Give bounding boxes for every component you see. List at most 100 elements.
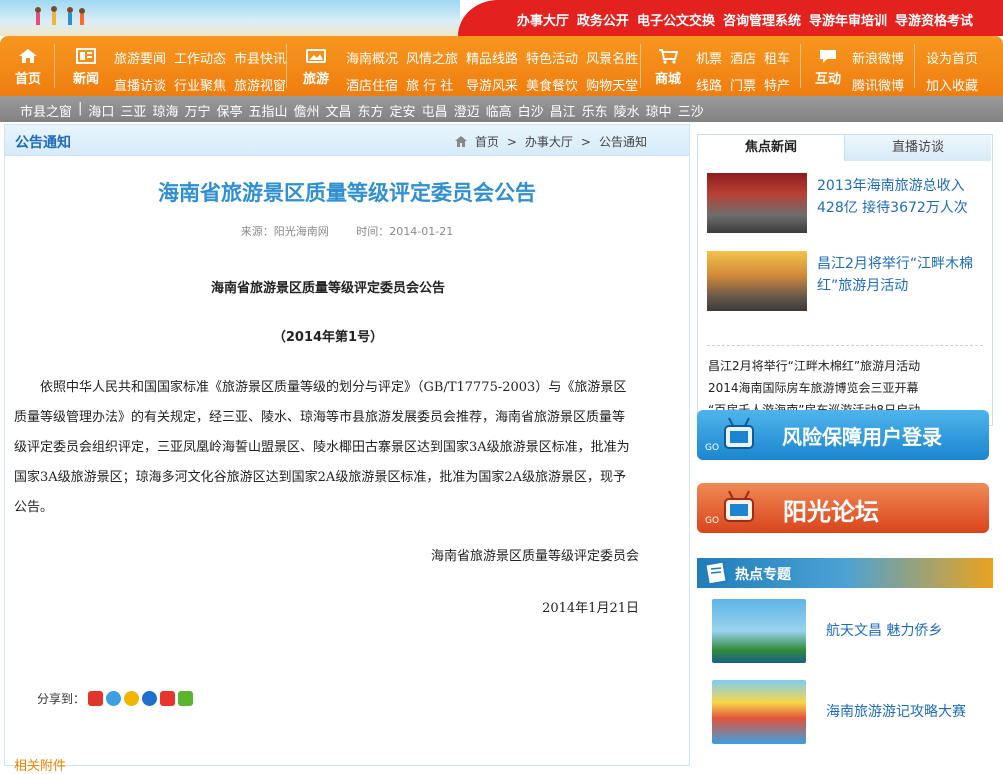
nav-news-links: 旅游要闻 工作动态 市县快讯 直播访谈 行业聚焦 旅游视窗	[114, 48, 286, 94]
nav-divider	[54, 44, 55, 88]
city-link[interactable]: 万宁	[184, 101, 210, 120]
nav-mall-links: 机票 酒店 租车 线路 门票 特产	[696, 48, 790, 94]
city-bar-separator: |	[78, 101, 83, 116]
nav-link-food[interactable]: 美食餐饮	[526, 75, 578, 94]
forum-text: 阳光论坛	[783, 498, 879, 526]
featured-news-link[interactable]: 昌江2月将举行“江畔木棉红”旅游月活动	[817, 253, 987, 297]
breadcrumb-separator: >	[506, 134, 517, 149]
city-bar: 市县之窗 | 海口 三亚 琼海 万宁 保亭 五指山 儋州 文昌 东方 定安 屯昌…	[0, 96, 1003, 122]
breadcrumb-office-hall[interactable]: 办事大厅	[525, 133, 573, 150]
share-bar: 分享到：	[37, 690, 194, 707]
city-link[interactable]: 陵水	[614, 101, 640, 120]
news-icon	[76, 48, 96, 64]
tab-focus-news[interactable]: 焦点新闻	[698, 135, 845, 161]
nav-link-special-events[interactable]: 特色活动	[526, 48, 578, 67]
nav-link-travel-news[interactable]: 旅游要闻	[114, 48, 166, 67]
nav-home[interactable]: 首页	[6, 36, 50, 96]
nav-link-county-news[interactable]: 市县快讯	[234, 48, 286, 67]
more-share-icon[interactable]	[178, 691, 194, 706]
topnav-consult[interactable]: 咨询管理系统	[723, 10, 801, 29]
news-tabs: 焦点新闻 直播访谈	[697, 134, 993, 161]
nav-link-flights[interactable]: 机票	[696, 48, 722, 67]
nav-divider	[914, 44, 915, 88]
city-link[interactable]: 白沙	[518, 101, 544, 120]
article-meta: 来源：阳光海南网 时间：2014-01-21	[5, 223, 689, 239]
risk-login-text: 风险保障用户登录	[782, 425, 942, 449]
hot-topics-header: 热点专题	[697, 558, 993, 588]
breadcrumb-home[interactable]: 首页	[475, 133, 499, 150]
nav-link-work-updates[interactable]: 工作动态	[174, 48, 226, 67]
topnav-office-hall[interactable]: 办事大厅	[517, 10, 569, 29]
renren-share-icon[interactable]	[142, 691, 158, 706]
city-link[interactable]: 定安	[390, 101, 416, 120]
nav-link-style-tour[interactable]: 风情之旅	[406, 48, 458, 67]
nav-interact[interactable]: 互动	[806, 36, 850, 96]
nav-link-travel-window[interactable]: 旅游视窗	[234, 75, 286, 94]
article-panel: 公告通知 首页 > 办事大厅 > 公告通知 海南省旅游景区质量等级评定委员会公告…	[4, 124, 690, 774]
nav-mall[interactable]: 商城	[646, 36, 690, 96]
city-link[interactable]: 文昌	[326, 101, 352, 120]
nav-travel[interactable]: 旅游	[294, 36, 338, 96]
topnav-guide-exam[interactable]: 导游资格考试	[895, 10, 973, 29]
city-link[interactable]: 琼海	[152, 101, 178, 120]
nav-link-scenic-spots[interactable]: 风景名胜	[586, 48, 638, 67]
news-list-item[interactable]: 昌江2月将举行“江畔木棉红”旅游月活动	[708, 355, 984, 377]
main-nav: 首页 新闻 旅游要闻 工作动态 市县快讯 直播访谈 行业聚焦 旅游视窗 旅游 海…	[0, 36, 1003, 96]
topic-link[interactable]: 海南旅游游记攻略大赛	[826, 701, 966, 721]
nav-link-car-rental[interactable]: 租车	[764, 48, 790, 67]
forum-banner[interactable]: GO 阳光论坛	[697, 483, 989, 533]
city-link[interactable]: 海口	[88, 101, 114, 120]
set-homepage-link[interactable]: 设为首页	[926, 48, 978, 67]
nav-link-tickets[interactable]: 门票	[730, 75, 756, 94]
nav-link-hotels[interactable]: 酒店住宿	[346, 75, 398, 94]
topic-image[interactable]	[712, 680, 806, 744]
city-link[interactable]: 三沙	[678, 101, 704, 120]
nav-interact-links: 新浪微博 腾讯微博	[852, 48, 904, 94]
nav-link-industry-focus[interactable]: 行业聚焦	[174, 75, 226, 94]
city-list: 市县之窗 | 海口 三亚 琼海 万宁 保亭 五指山 儋州 文昌 东方 定安 屯昌…	[20, 101, 704, 120]
city-link[interactable]: 五指山	[248, 101, 287, 120]
nav-link-specialties[interactable]: 特产	[764, 75, 790, 94]
nav-link-tencent-weibo[interactable]: 腾讯微博	[852, 75, 904, 94]
nav-news[interactable]: 新闻	[64, 36, 108, 96]
nav-link-sina-weibo[interactable]: 新浪微博	[852, 48, 904, 67]
nav-link-guides[interactable]: 导游风采	[466, 75, 518, 94]
tab-live-interview[interactable]: 直播访谈	[845, 135, 991, 161]
topic-link[interactable]: 航天文昌 魅力侨乡	[826, 620, 942, 640]
nav-link-mall-routes[interactable]: 线路	[696, 75, 722, 94]
nav-link-shopping[interactable]: 购物天堂	[586, 75, 638, 94]
article-body: 依照中华人民共和国国家标准《旅游景区质量等级的划分与评定》（GB/T17775-…	[14, 380, 630, 515]
city-link[interactable]: 三亚	[120, 101, 146, 120]
topnav-e-doc[interactable]: 电子公文交换	[637, 10, 715, 29]
featured-news-link[interactable]: 2013年海南旅游总收入428亿 接待3672万人次	[817, 175, 987, 219]
add-favorite-link[interactable]: 加入收藏	[926, 75, 978, 94]
topic-image[interactable]	[712, 599, 806, 663]
nav-link-live-interview[interactable]: 直播访谈	[114, 75, 166, 94]
nav-divider	[640, 44, 641, 88]
city-link[interactable]: 乐东	[582, 101, 608, 120]
qzone-share-icon[interactable]	[106, 691, 122, 706]
nav-link-hainan-overview[interactable]: 海南概况	[346, 48, 398, 67]
featured-news-image[interactable]	[707, 173, 807, 233]
nav-link-travel-agency[interactable]: 旅 行 社	[406, 75, 458, 94]
risk-login-banner[interactable]: GO 风险保障用户登录	[697, 410, 989, 460]
city-link[interactable]: 屯昌	[422, 101, 448, 120]
tencent-share-icon[interactable]	[124, 691, 140, 706]
city-link[interactable]: 儋州	[294, 101, 320, 120]
nav-link-mall-hotels[interactable]: 酒店	[730, 48, 756, 67]
city-link[interactable]: 昌江	[550, 101, 576, 120]
topnav-guide-review[interactable]: 导游年审培训	[809, 10, 887, 29]
kaixin-share-icon[interactable]	[160, 691, 176, 706]
featured-news-image[interactable]	[707, 251, 807, 311]
city-link[interactable]: 东方	[358, 101, 384, 120]
weibo-share-icon[interactable]	[88, 691, 104, 706]
nav-link-premium-routes[interactable]: 精品线路	[466, 48, 518, 67]
city-link[interactable]: 临高	[486, 101, 512, 120]
city-link[interactable]: 琼中	[646, 101, 672, 120]
city-link[interactable]: 澄迈	[454, 101, 480, 120]
city-link[interactable]: 保亭	[216, 101, 242, 120]
news-list-item[interactable]: 2014海南国际房车旅游博览会三亚开幕	[708, 377, 984, 399]
topnav-gov-affairs[interactable]: 政务公开	[577, 10, 629, 29]
breadcrumb-current[interactable]: 公告通知	[599, 133, 647, 150]
article-signature: 海南省旅游景区质量等级评定委员会	[430, 549, 639, 564]
